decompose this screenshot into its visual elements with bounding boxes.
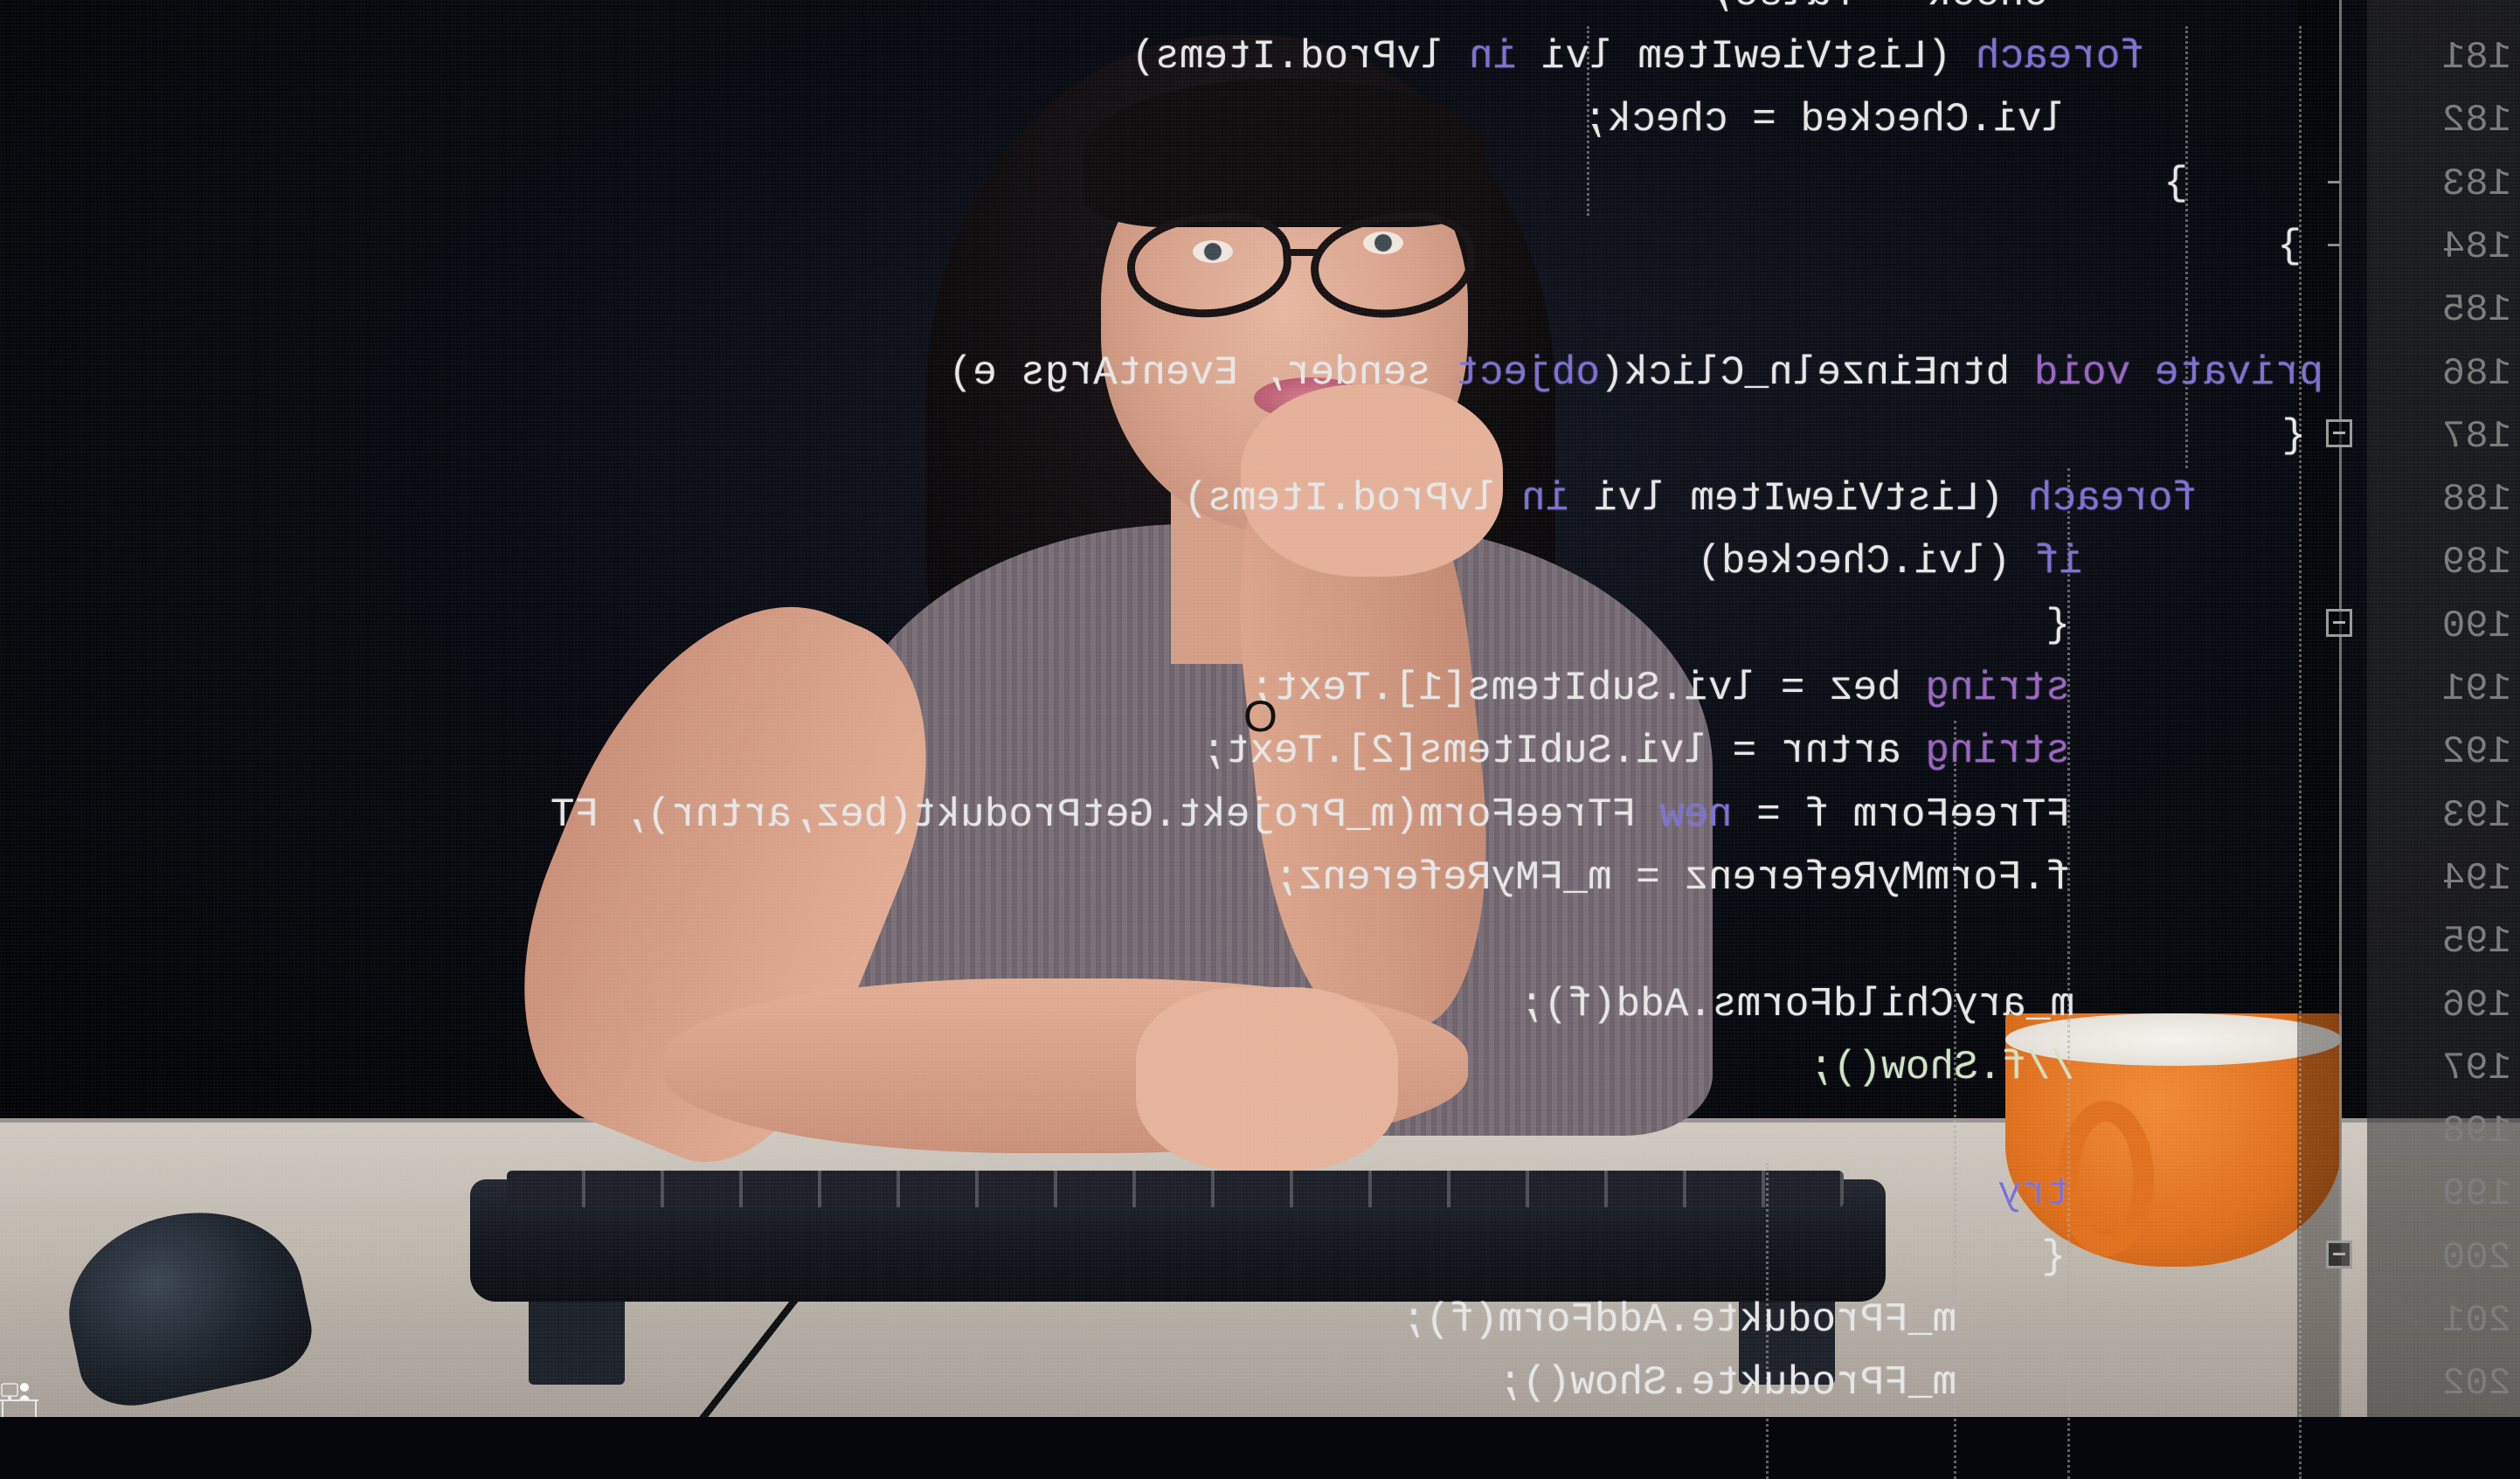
mouse-cursor: O xyxy=(1243,692,1277,741)
person-at-desk-icon xyxy=(0,1380,38,1417)
